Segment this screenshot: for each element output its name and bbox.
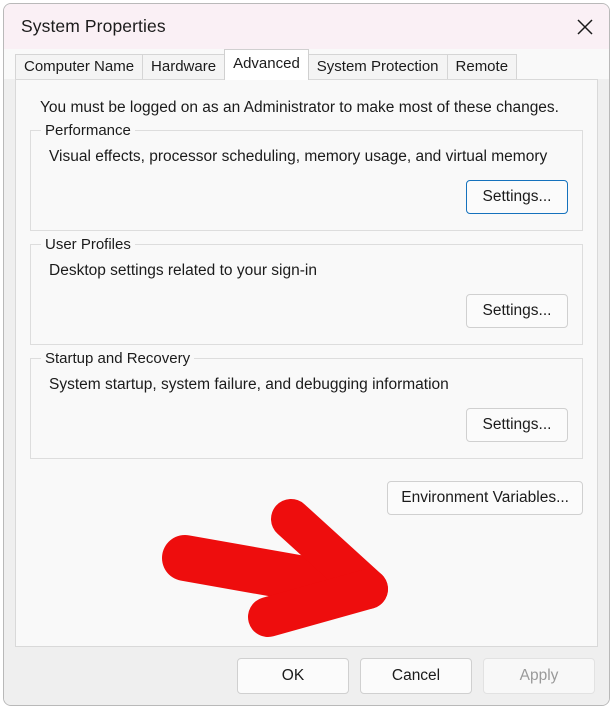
group-user-profiles-label: User Profiles [41,236,135,253]
close-icon [575,17,595,37]
tab-strip: Computer Name Hardware Advanced System P… [4,49,609,80]
group-startup-recovery-button-row: Settings... [31,394,582,458]
dialog-footer: OK Cancel Apply [4,647,609,705]
close-button[interactable] [561,4,609,49]
group-startup-recovery-label: Startup and Recovery [41,350,195,367]
system-properties-dialog: System Properties Computer Name Hardware… [3,3,610,706]
group-user-profiles: User Profiles Desktop settings related t… [30,236,583,345]
environment-variables-row: Environment Variables... [16,459,597,515]
apply-button: Apply [483,658,595,694]
titlebar: System Properties [4,4,609,49]
administrator-note: You must be logged on as an Administrato… [40,99,559,116]
tab-advanced[interactable]: Advanced [224,49,309,80]
startup-recovery-settings-button[interactable]: Settings... [466,408,568,442]
group-startup-recovery: Startup and Recovery System startup, sys… [30,350,583,459]
group-user-profiles-button-row: Settings... [31,280,582,344]
cancel-button[interactable]: Cancel [360,658,472,694]
tab-computer-name[interactable]: Computer Name [15,54,144,79]
group-performance-button-row: Settings... [31,166,582,230]
user-profiles-settings-button[interactable]: Settings... [466,294,568,328]
group-performance-label: Performance [41,122,135,139]
window-title: System Properties [21,16,166,36]
tab-system-protection[interactable]: System Protection [307,54,448,79]
tab-hardware[interactable]: Hardware [142,54,226,79]
group-performance: Performance Visual effects, processor sc… [30,122,583,231]
performance-settings-button[interactable]: Settings... [466,180,568,214]
ok-button[interactable]: OK [237,658,349,694]
environment-variables-button[interactable]: Environment Variables... [387,481,583,515]
advanced-tab-panel: You must be logged on as an Administrato… [15,79,598,647]
tab-remote[interactable]: Remote [446,54,518,79]
